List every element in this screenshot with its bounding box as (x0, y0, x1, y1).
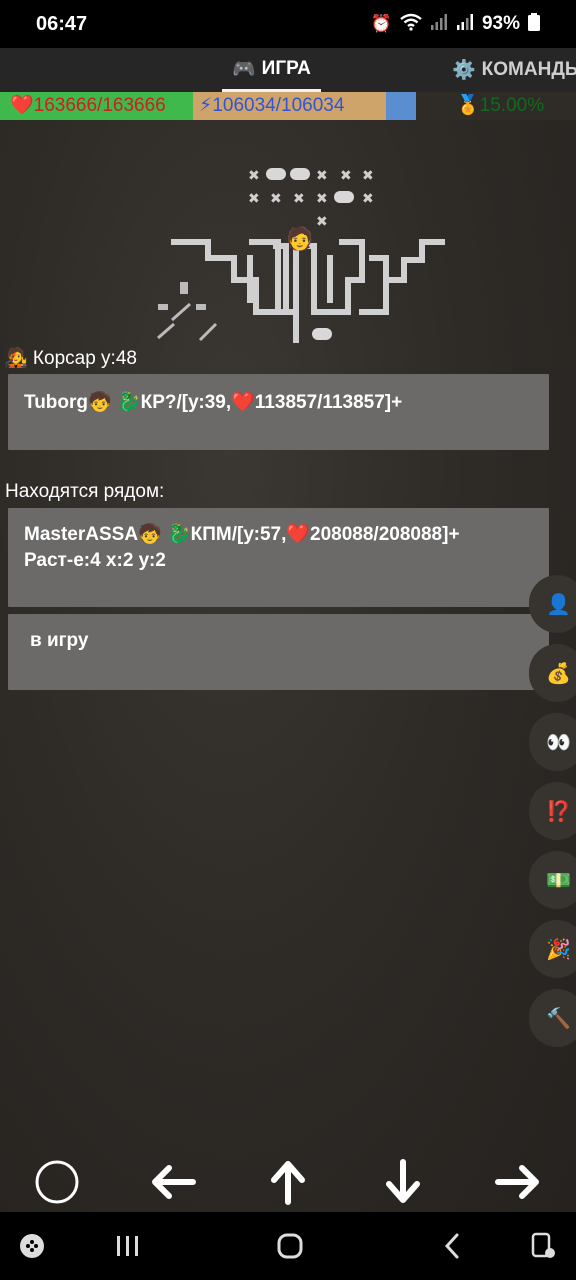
nearby-distance: Раст-е:4 х:2 у:2 (24, 550, 166, 571)
tab-commands-label: КОМАНДЫ (481, 59, 576, 80)
recent-apps-icon[interactable] (108, 1228, 148, 1264)
hp-bar: ❤️163666/163666 (0, 92, 193, 120)
svg-text:✖: ✖ (248, 190, 260, 206)
status-bar: 06:47 ⏰ 93% (0, 0, 576, 48)
nearby-card[interactable]: MasterASSA🧒 🐉КПМ/[у:57,❤️208088/208088]+… (8, 508, 549, 607)
map-tiles-top: ✖ ✖ ✖ ✖ ✖ ✖ ✖ ✖ ✖ ✖ (248, 167, 374, 229)
money-bag-icon[interactable]: 💰 (529, 644, 576, 702)
svg-text:✖: ✖ (340, 167, 352, 183)
wifi-icon (400, 13, 422, 36)
nearby-heading: Находятся рядом: (5, 481, 165, 502)
gear-icon: ⚙️ (452, 60, 476, 81)
move-up-button[interactable] (258, 1152, 318, 1212)
back-icon[interactable] (432, 1228, 472, 1264)
party-popper-icon[interactable]: 🎉 (529, 920, 576, 978)
sword-icon (157, 282, 218, 342)
game-launcher-icon[interactable] (12, 1228, 52, 1264)
move-down-button[interactable] (373, 1152, 433, 1212)
accessibility-icon[interactable] (524, 1228, 564, 1264)
signal-icon (456, 13, 474, 35)
circle-button[interactable] (27, 1152, 87, 1212)
arrow-down-icon (386, 1159, 420, 1203)
player-marker-icon: 🧑 (286, 225, 313, 251)
tab-bar: 🎮 ИГРА ⚙️ КОМАНДЫ (0, 48, 576, 92)
svg-text:✖: ✖ (248, 167, 260, 183)
tab-commands[interactable]: ⚙️ КОМАНДЫ (442, 48, 576, 92)
signal-icon (430, 13, 448, 35)
xp-progress: 🏅15.00% (436, 92, 576, 120)
player-info: 🧑‍🎤 Корсар у:48 (4, 348, 137, 369)
system-nav-bar (0, 1212, 576, 1280)
svg-text:✖: ✖ (362, 190, 374, 206)
move-right-button[interactable] (489, 1152, 549, 1212)
nearby-player: MasterASSA🧒 🐉КПМ/[у:57,❤️208088/208088]+ (24, 524, 460, 545)
target-card[interactable]: Tuborg🧒 🐉КР?/[у:39,❤️113857/113857]+ (8, 374, 549, 450)
movement-controls (0, 1152, 576, 1212)
battery-icon (528, 12, 540, 36)
move-left-button[interactable] (142, 1152, 202, 1212)
hammer-icon[interactable]: 🔨 (529, 989, 576, 1047)
arrow-left-icon (152, 1165, 196, 1199)
alarm-icon: ⏰ (370, 14, 392, 33)
svg-text:✖: ✖ (316, 167, 328, 183)
gamepad-icon: 🎮 (232, 58, 256, 80)
clock: 06:47 (36, 12, 88, 35)
energy-bar: ⚡106034/106034 (193, 92, 386, 120)
svg-text:✖: ✖ (316, 213, 328, 229)
arrow-up-icon (271, 1161, 305, 1205)
game-map[interactable]: ✖ ✖ ✖ ✖ ✖ ✖ ✖ ✖ ✖ ✖ 🧑 (150, 150, 460, 350)
enter-game-button[interactable]: в игру (8, 614, 549, 690)
svg-text:✖: ✖ (270, 190, 282, 206)
circle-icon (35, 1160, 79, 1204)
person-icon[interactable]: 👤 (529, 575, 576, 633)
enter-game-label: в игру (30, 630, 89, 651)
svg-text:✖: ✖ (316, 190, 328, 206)
target-info: Tuborg🧒 🐉КР?/[у:39,❤️113857/113857]+ (24, 392, 403, 413)
tab-game-label: ИГРА (261, 57, 311, 79)
exclamation-question-icon[interactable]: ⁉️ (529, 782, 576, 840)
stats-bar: ❤️163666/163666 ⚡106034/106034 🏅15.00% (0, 92, 576, 120)
home-icon[interactable] (270, 1228, 310, 1264)
arrow-right-icon (495, 1165, 539, 1199)
svg-text:✖: ✖ (293, 190, 305, 206)
tab-game[interactable]: 🎮 ИГРА (222, 48, 321, 92)
svg-text:✖: ✖ (362, 167, 374, 183)
battery-percent: 93% (481, 13, 520, 34)
eyes-icon[interactable]: 👀 (529, 713, 576, 771)
mana-bar (386, 92, 416, 120)
banknote-icon[interactable]: 💵 (529, 851, 576, 909)
